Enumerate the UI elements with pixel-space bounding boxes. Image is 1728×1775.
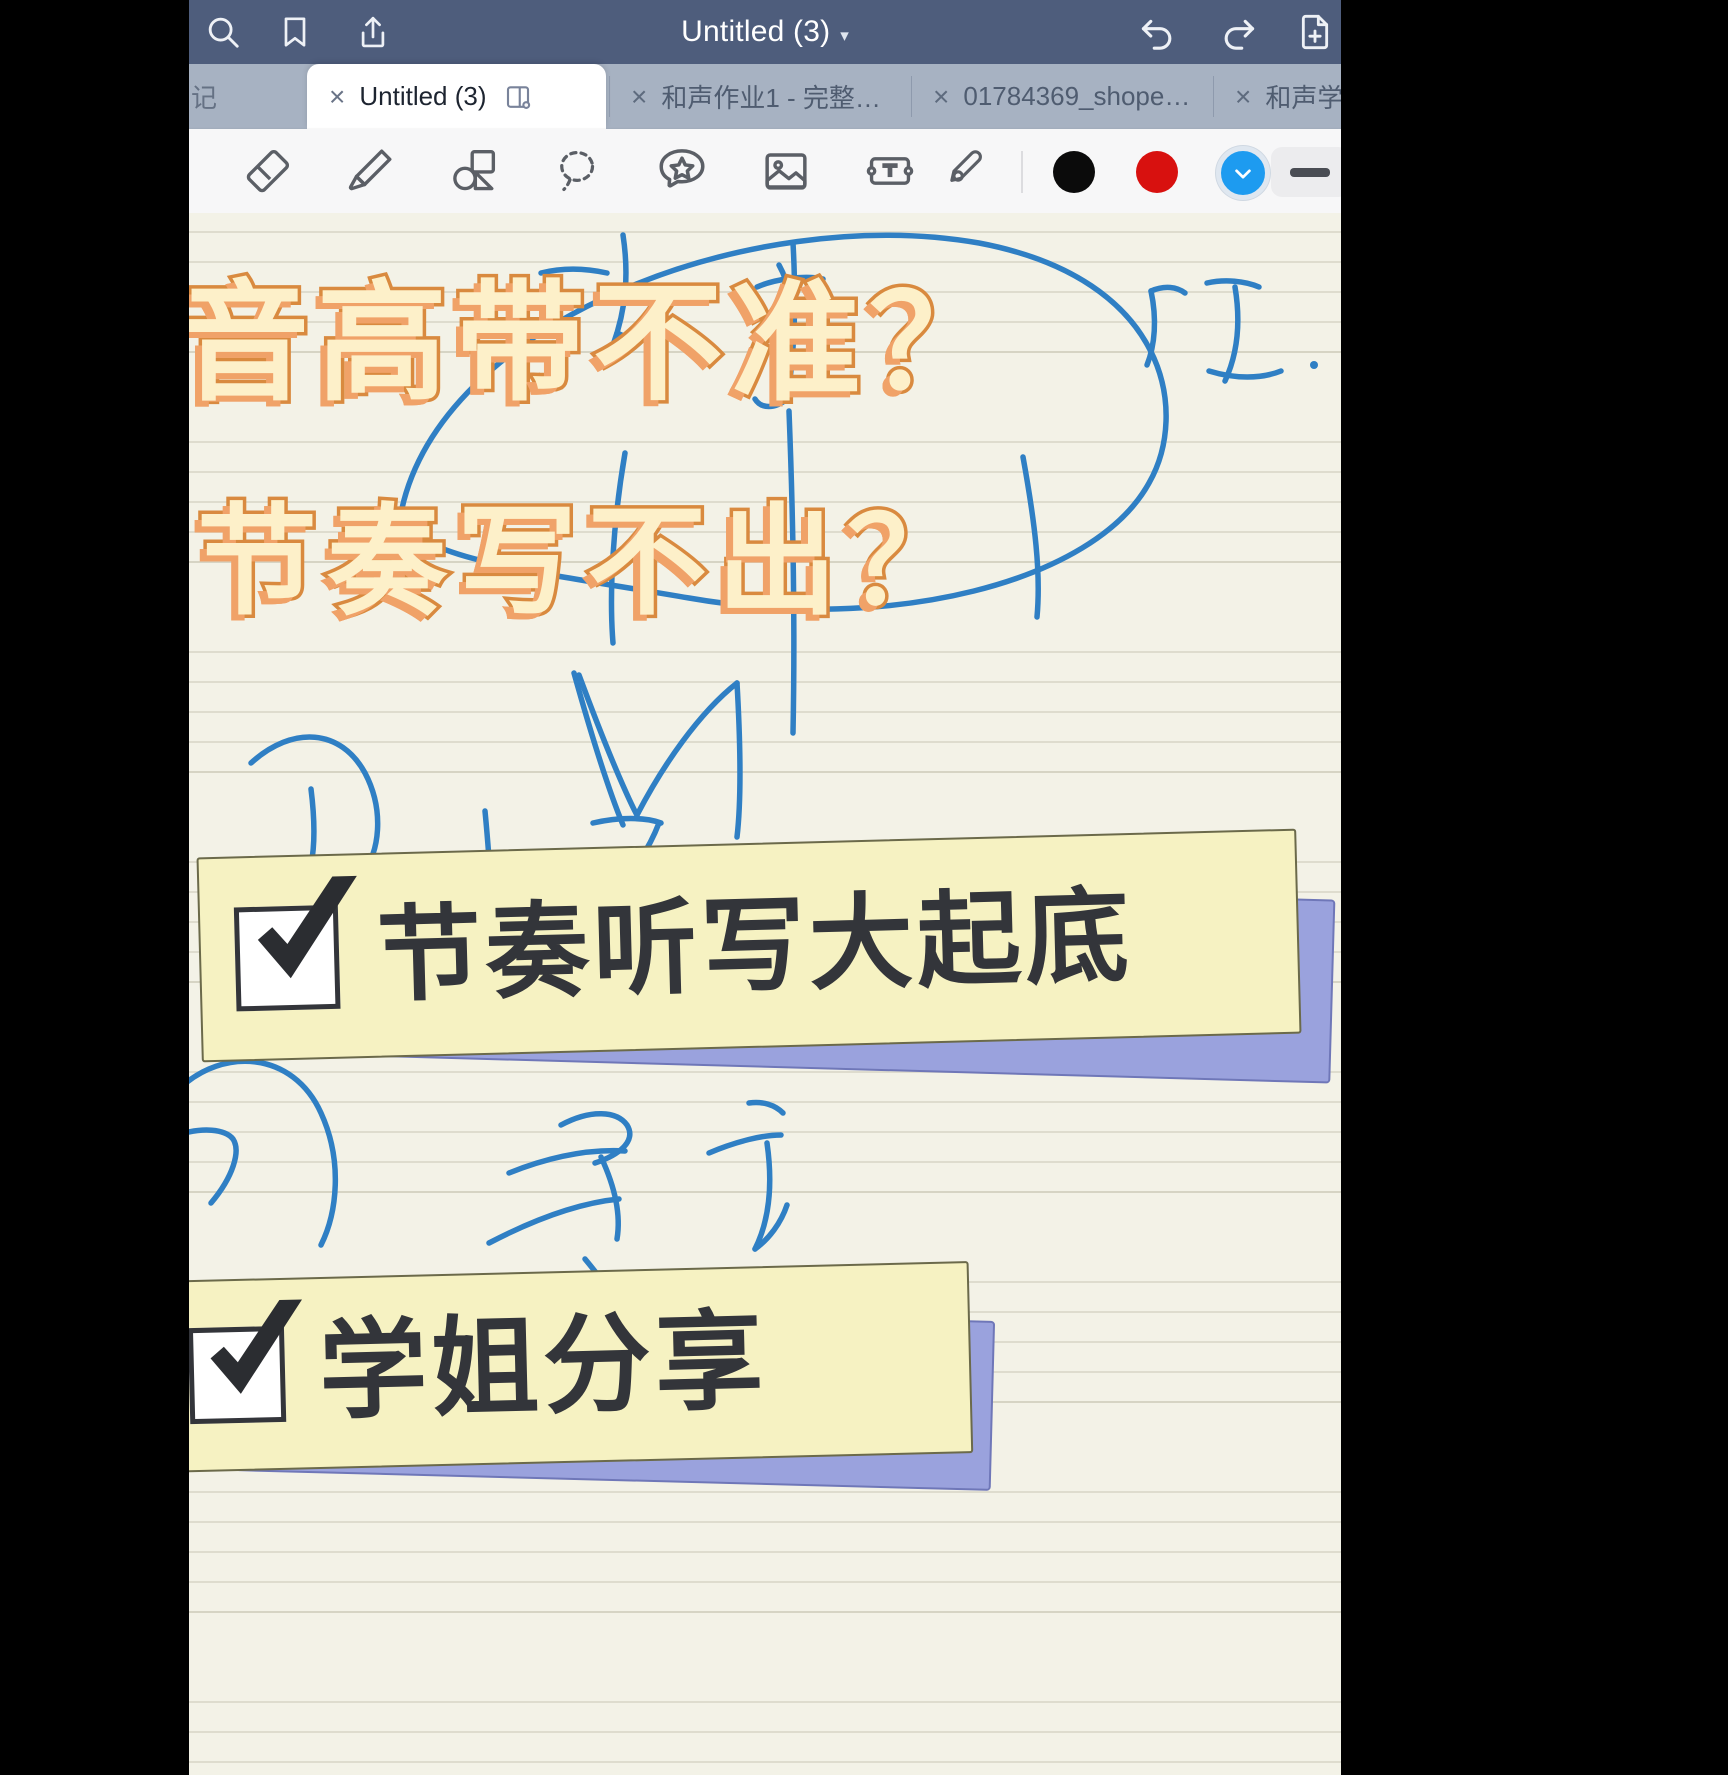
swatch-blue-selected[interactable] [1216,146,1270,200]
tab-1-active[interactable]: × Untitled (3) [307,64,606,129]
image-tool[interactable] [734,129,838,213]
swatch-black[interactable] [1053,151,1095,193]
screenshot-root: Untitled (3) ▾ 记 × Untitled (3) × 和声作业1 … [0,0,1728,1775]
lasso-tool[interactable] [526,129,630,213]
toolbar-divider [1021,151,1023,193]
tab-bar: 记 × Untitled (3) × 和声作业1 - 完整… × 0178436… [189,64,1341,129]
tab-close-icon[interactable]: × [329,82,345,111]
tab-close-icon[interactable]: × [631,82,647,111]
shapes-tool[interactable] [422,129,526,213]
chevron-down-icon: ▾ [840,25,849,45]
bookmark-icon[interactable] [261,0,329,64]
callout-text: 节奏听写大起底 [375,874,1135,1017]
headline-line-1: 音高带不准？ [189,267,1008,419]
redo-icon[interactable] [1203,0,1275,64]
tab-2[interactable]: × 和声作业1 - 完整… [609,64,909,129]
search-icon[interactable] [189,0,257,64]
share-icon[interactable] [339,0,407,64]
highlighter-tool[interactable] [318,129,422,213]
sticker-tool[interactable] [630,129,734,213]
tab-3[interactable]: × 01784369_shope… [911,64,1211,129]
callout-senior-share[interactable]: 学姐分享 [189,1261,1019,1491]
text-tool[interactable] [838,129,942,213]
tab-close-icon[interactable]: × [1235,82,1251,111]
split-view-icon[interactable] [503,82,533,112]
note-canvas[interactable]: 音高带不准？ 节奏写不出？ 节奏听写大起底 学姐分享 [189,213,1341,1775]
add-page-icon[interactable] [1283,0,1341,64]
callout-text: 学姐分享 [317,1299,769,1435]
document-title-text: Untitled (3) [681,15,831,48]
tab-0[interactable]: 记 [189,64,309,129]
callout-sheet: 学姐分享 [189,1261,974,1473]
stroke-width-button[interactable] [1271,147,1341,197]
tab-close-icon[interactable]: × [933,82,949,111]
top-navigation-bar: Untitled (3) ▾ [189,0,1341,64]
callout-rhythm-dictation[interactable]: 节奏听写大起底 [196,828,1336,1084]
swatch-red[interactable] [1136,151,1178,193]
stroke-width-indicator [1290,167,1330,177]
eyedropper-tool[interactable] [937,129,1017,213]
checkbox-checked-icon[interactable] [189,1299,302,1425]
eraser-tool[interactable] [214,129,318,213]
notetaking-app-window: Untitled (3) ▾ 记 × Untitled (3) × 和声作业1 … [189,0,1341,1775]
checkbox-checked-icon[interactable] [233,876,358,1011]
drawing-toolbar [189,129,1341,213]
tab-4[interactable]: × 和声学 [1213,64,1341,129]
undo-icon[interactable] [1121,0,1193,64]
headline-line-2: 节奏写不出？ [194,493,977,632]
callout-sheet: 节奏听写大起底 [196,828,1302,1063]
